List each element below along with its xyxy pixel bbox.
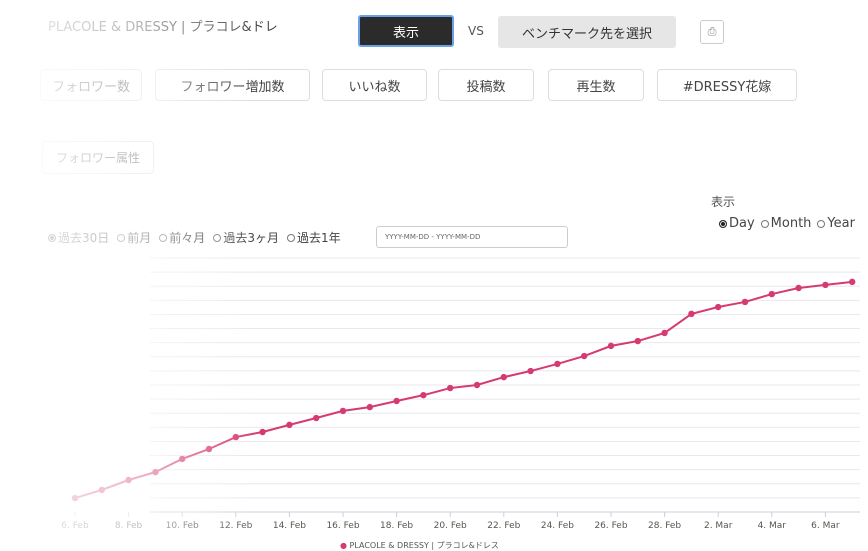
x-tick-label: 6. Mar [811,521,840,531]
x-tick-label: 24. Feb [541,521,574,531]
data-point[interactable] [313,414,320,422]
data-point[interactable] [795,284,802,292]
x-tick-label: 10. Feb [166,521,199,531]
data-point[interactable] [286,421,293,429]
x-tick-label: 14. Feb [273,521,306,531]
x-tick-label: 20. Feb [434,521,467,531]
x-tick-label: 28. Feb [648,521,681,531]
data-point[interactable] [420,391,427,399]
x-tick-label: 22. Feb [487,521,520,531]
data-point[interactable] [634,337,641,345]
data-point[interactable] [661,329,668,337]
data-point[interactable] [607,342,615,350]
data-point[interactable] [554,360,561,368]
x-tick-label: 16. Feb [326,521,359,531]
data-point[interactable] [393,397,400,405]
x-tick-label: 2. Mar [704,521,733,531]
data-point[interactable] [339,407,347,415]
data-point[interactable] [447,384,454,392]
data-point[interactable] [125,476,132,484]
data-point[interactable] [849,278,856,286]
data-point[interactable] [741,298,749,306]
data-point[interactable] [500,373,507,381]
x-tick-label: 12. Feb [219,521,252,531]
data-point[interactable] [822,281,829,289]
x-tick-label: 8. Feb [115,521,143,531]
data-point[interactable] [98,486,106,494]
data-point[interactable] [179,455,186,463]
data-point[interactable] [715,303,722,311]
chart-legend[interactable]: ● PLACOLE & DRESSY | プラコレ&ドレス [340,540,499,551]
data-point[interactable] [232,433,239,441]
x-tick-label: 26. Feb [594,521,627,531]
line-chart: 6. Feb 8. Feb 10. Feb 12. Feb 14. Feb 16. Feb… [61,257,860,531]
data-point[interactable] [527,367,534,375]
x-tick-label: 18. Feb [380,521,413,531]
data-point[interactable] [205,445,213,453]
data-point[interactable] [581,352,588,360]
data-point[interactable] [366,403,373,411]
data-point[interactable] [71,494,79,502]
x-tick-label: 6. Feb [61,521,89,531]
data-point[interactable] [688,310,695,318]
data-point[interactable] [768,290,775,298]
data-point[interactable] [473,381,481,389]
data-point[interactable] [152,468,159,476]
data-point[interactable] [259,428,266,436]
x-tick-label: 4. Mar [758,521,787,531]
